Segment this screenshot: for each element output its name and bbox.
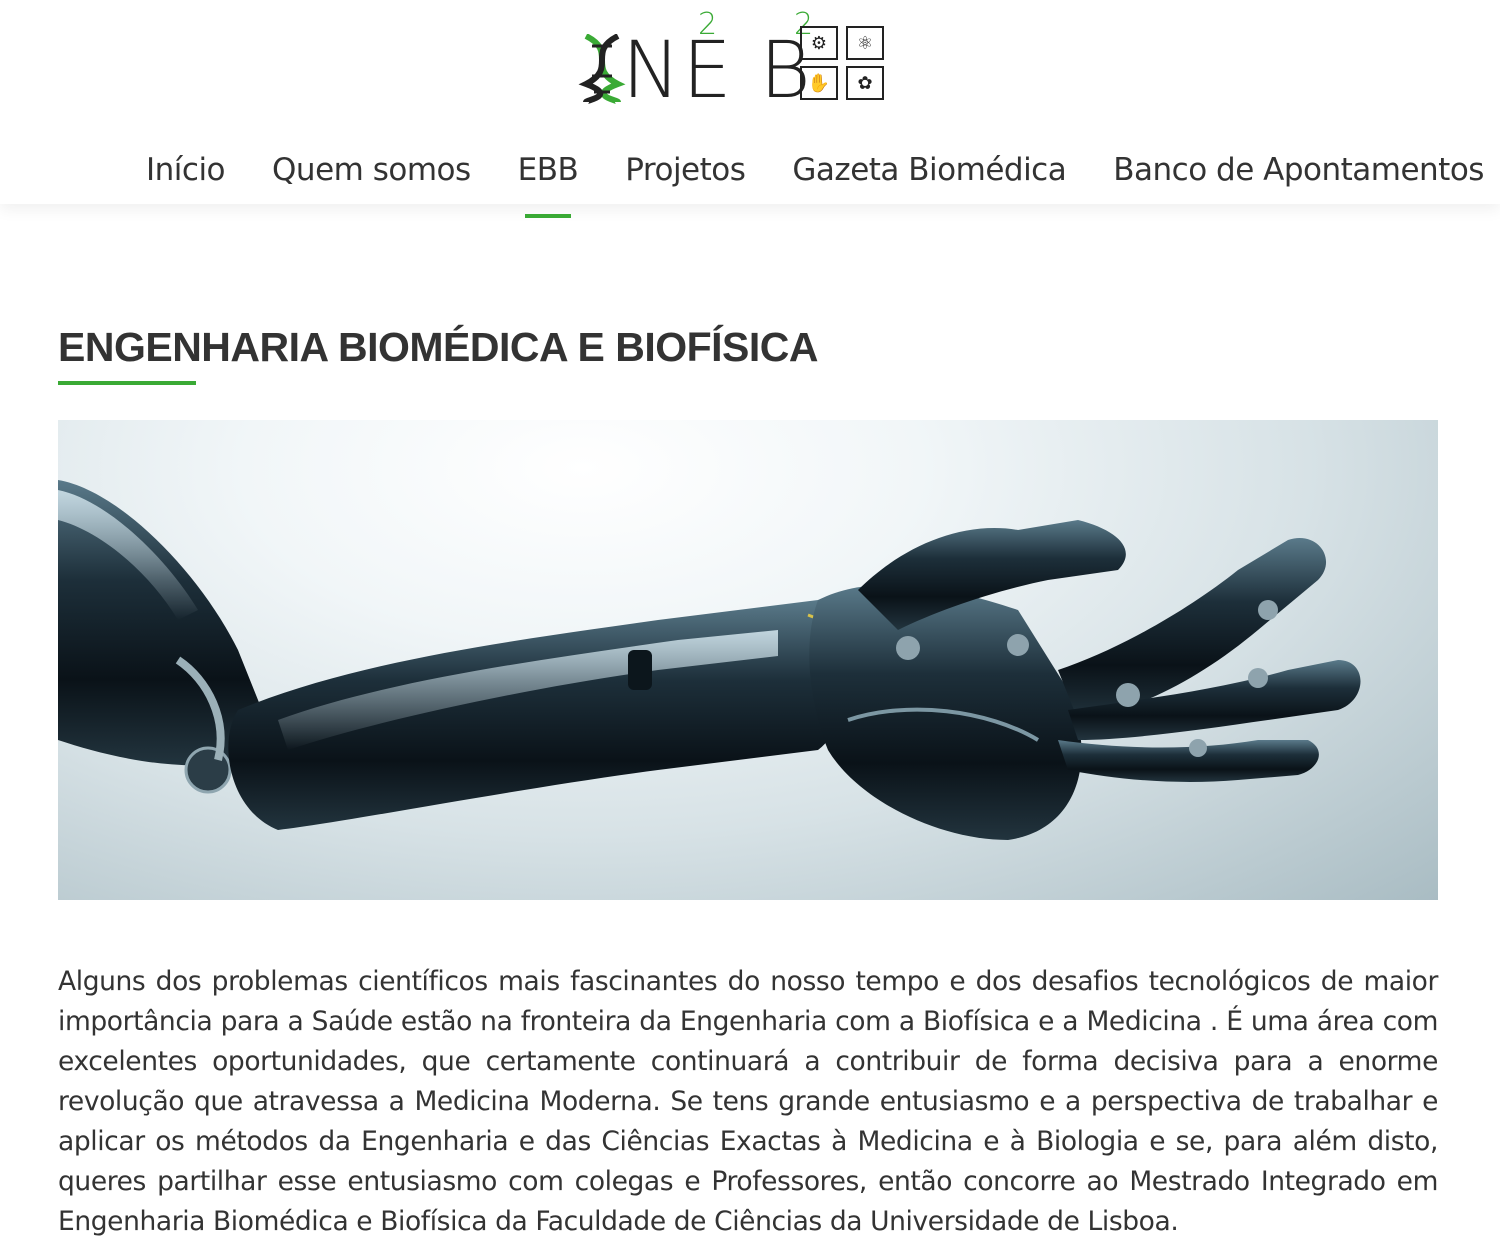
hand-icon: ✋ xyxy=(800,66,838,100)
logo-icon-grid: ⚙ ⚛ ✋ ✿ xyxy=(800,26,888,102)
main-nav: Início Quem somos EBB Projetos Gazeta Bi… xyxy=(146,150,1484,204)
title-underline xyxy=(58,381,196,385)
nav-item-quem-somos[interactable]: Quem somos xyxy=(272,150,471,204)
nav-item-ebb[interactable]: EBB xyxy=(518,150,579,204)
page-title: ENGENHARIA BIOMÉDICA E BIOFÍSICA xyxy=(58,324,819,370)
robotic-arm-illustration xyxy=(58,480,1361,840)
nav-item-projetos[interactable]: Projetos xyxy=(625,150,746,204)
site-logo[interactable]: NE 2 B 2 ⚙ ⚛ ✋ ✿ xyxy=(578,8,890,111)
robotic-arm-image xyxy=(58,420,1438,900)
intro-paragraph: Alguns dos problemas científicos mais fa… xyxy=(58,966,1438,1237)
gears-icon: ⚙ xyxy=(800,26,838,60)
atom-icon: ⚛ xyxy=(846,26,884,60)
nav-item-gazeta-biomedica[interactable]: Gazeta Biomédica xyxy=(792,150,1066,204)
brain-icon: ✿ xyxy=(846,66,884,100)
nav-item-inicio[interactable]: Início xyxy=(146,150,226,204)
logo-superscript-1: 2 xyxy=(698,7,720,42)
nav-item-banco-de-apontamentos[interactable]: Banco de Apontamentos xyxy=(1113,150,1484,204)
logo-letter-n: N xyxy=(622,26,683,116)
dna-icon xyxy=(578,34,626,104)
logo-wordmark: NE 2 B 2 xyxy=(622,10,813,111)
site-header: NE 2 B 2 ⚙ ⚛ ✋ ✿ Início Quem somos EBB Proj… xyxy=(0,0,1500,204)
